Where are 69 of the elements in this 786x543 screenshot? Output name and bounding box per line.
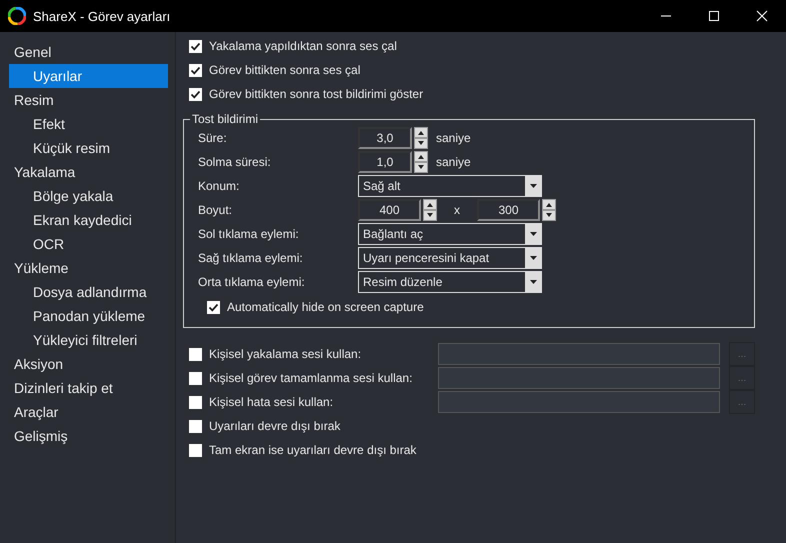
caret-icon	[530, 280, 536, 284]
sidebar-item[interactable]: Bölge yakala	[9, 184, 168, 208]
spinner-arrows-icon[interactable]	[414, 127, 428, 149]
sidebar-item[interactable]: Ekran kaydedici	[9, 208, 168, 232]
checkbox[interactable]	[207, 300, 220, 314]
number-field[interactable]: 1,0	[358, 151, 412, 173]
field-label: Solma süresi:	[198, 155, 272, 169]
window-title: ShareX - Görev ayarları	[33, 8, 170, 24]
sidebar-item[interactable]: Yakalama	[9, 160, 168, 184]
checkbox[interactable]	[189, 444, 202, 456]
number-field[interactable]: 300	[477, 199, 540, 221]
field-label: Süre:	[198, 131, 228, 145]
checkbox-label: Uyarıları devre dışı bırak	[209, 419, 340, 433]
checkbox-label: Kişisel yakalama sesi kullan:	[209, 347, 362, 361]
sidebar-item[interactable]: Gelişmiş	[9, 424, 168, 448]
sidebar-item[interactable]: Aksiyon	[9, 352, 168, 376]
group-title: Tost bildirimi	[191, 112, 260, 126]
file-path-field[interactable]	[438, 343, 720, 365]
checkbox-label: Automatically hide on screen capture	[227, 300, 424, 314]
dropdown[interactable]: Sağ alt	[358, 175, 542, 197]
dropdown[interactable]: Resim düzenle	[358, 271, 542, 293]
sidebar-item[interactable]: Araçlar	[9, 400, 168, 424]
sidebar-item[interactable]: Yükleyici filtreleri	[9, 328, 168, 352]
checkbox[interactable]	[189, 88, 202, 100]
checkbox-label: Yakalama yapıldıktan sonra ses çal	[209, 39, 397, 53]
file-path-field[interactable]	[438, 367, 720, 389]
checkbox-label: Görev bittikten sonra ses çal	[209, 63, 360, 77]
sidebar-item[interactable]: Uyarılar	[9, 64, 168, 88]
sidebar-item[interactable]: Genel	[9, 40, 168, 64]
dropdown[interactable]: Uyarı penceresini kapat	[358, 247, 542, 269]
field-label: Sol tıklama eylemi:	[198, 227, 300, 241]
checkbox[interactable]	[189, 64, 202, 76]
separator-label: x	[453, 203, 461, 217]
spinner-arrows-icon[interactable]	[542, 199, 556, 221]
sidebar-item[interactable]: Panodan yükleme	[9, 304, 168, 328]
close-icon[interactable]	[756, 10, 768, 22]
caret-icon	[530, 184, 536, 188]
dropdown[interactable]: Bağlantı aç	[358, 223, 542, 245]
caret-icon	[530, 256, 536, 260]
unit-label: saniye	[436, 131, 471, 145]
unit-label: saniye	[436, 155, 471, 169]
checkbox[interactable]	[189, 372, 202, 384]
number-field[interactable]: 400	[358, 199, 421, 221]
file-path-field[interactable]	[438, 391, 720, 413]
field-label: Konum:	[198, 179, 240, 193]
app-logo-icon	[8, 7, 26, 25]
checkbox[interactable]	[189, 348, 202, 360]
checkbox-label: Tam ekran ise uyarıları devre dışı bırak	[209, 443, 416, 457]
field-label: Boyut:	[198, 203, 234, 217]
sidebar-item[interactable]: Efekt	[9, 112, 168, 136]
number-field[interactable]: 3,0	[358, 127, 412, 149]
sidebar-item[interactable]: OCR	[9, 232, 168, 256]
checkbox-label: Görev bittikten sonra tost bildirimi göster	[209, 87, 424, 101]
maximize-icon[interactable]	[708, 10, 720, 22]
spinner-arrows-icon[interactable]	[423, 199, 437, 221]
sidebar-item[interactable]: Küçük resim	[9, 136, 168, 160]
spinner-arrows-icon[interactable]	[414, 151, 428, 173]
sidebar-item[interactable]: Yükleme	[9, 256, 168, 280]
checkbox-label: Kişisel görev tamamlanma sesi kullan:	[209, 371, 414, 385]
sidebar-item[interactable]: Resim	[9, 88, 168, 112]
sidebar-item[interactable]: Dizinleri takip et	[9, 376, 168, 400]
field-label: Orta tıklama eylemi:	[198, 275, 306, 289]
checkbox[interactable]	[189, 420, 202, 432]
checkbox[interactable]	[189, 396, 202, 408]
checkbox[interactable]	[189, 40, 202, 52]
sidebar-item[interactable]: Dosya adlandırma	[9, 280, 168, 304]
checkbox-label: Kişisel hata sesi kullan:	[209, 395, 334, 409]
caret-icon	[530, 232, 536, 236]
field-label: Sağ tıklama eylemi:	[198, 251, 304, 265]
